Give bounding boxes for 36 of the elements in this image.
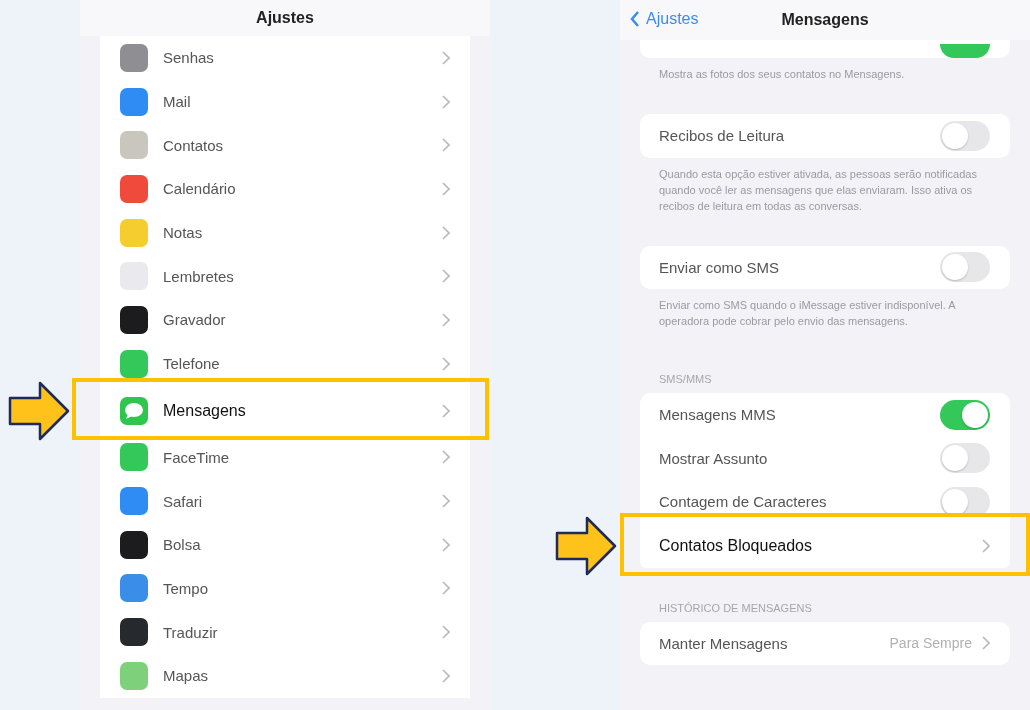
row-label: Bolsa [163,536,202,554]
row-label: Calendário [163,180,237,198]
row-label: Mensagens [163,401,247,420]
row-label: Contatos Bloqueados [659,536,813,555]
row-label: Manter Mensagens [659,634,789,652]
settings-row[interactable]: Recibos de Leitura [640,114,1010,158]
row-label: Notas [163,224,204,242]
settings-row[interactable]: Manter Mensagens Para Sempre [640,621,1010,665]
settings-row[interactable]: Mensagens MMS [640,393,1010,437]
settings-row[interactable]: Mostrar Assunto [640,436,1010,480]
row-label: Telefone [163,355,221,373]
settings-row[interactable]: Enviar como SMS [640,245,1010,289]
row-label: Safari [163,492,204,510]
section-footer: Enviar como SMS quando o iMessage estiver indisponível. A operadora pode cobrar pelo envio das mensagens. [659,297,991,329]
row-label: Enviar como SMS [659,258,781,276]
row-label: Mensagens MMS [659,406,777,424]
row-label: Contagem de Caracteres [659,493,828,511]
row-label: FaceTime [163,448,231,466]
screen-title: Mensagens [781,11,869,29]
row-label: Mail [163,93,192,111]
row-label: Recibos de Leitura [659,127,786,145]
settings-row[interactable]: Contagem de Caracteres [640,480,1010,524]
row-label: Traduzir [163,623,219,641]
row-label: Mapas [163,667,210,685]
row-label: Gravador [163,311,227,329]
section-header: SMS/MMS [659,372,713,385]
row-label: Mostrar Assunto [659,449,769,467]
section-footer: Mostra as fotos dos seus contatos no Mensagens. [659,66,991,82]
row-value: Para Sempre [889,635,972,652]
section-footer: Quando esta opção estiver ativada, as pessoas serão notificadas quando você ler as mensagens que elas enviaram. Isso ativa os recibos de leitura em todas as conversas. [659,165,991,214]
row-label: Lembretes [163,267,235,285]
screen-title: Ajustes [256,9,314,27]
row-label: Contatos [163,136,225,154]
section-header: HISTÓRICO DE MENSAGENS [659,600,813,614]
row-label: Senhas [163,49,215,67]
row-label: Tempo [163,579,210,597]
